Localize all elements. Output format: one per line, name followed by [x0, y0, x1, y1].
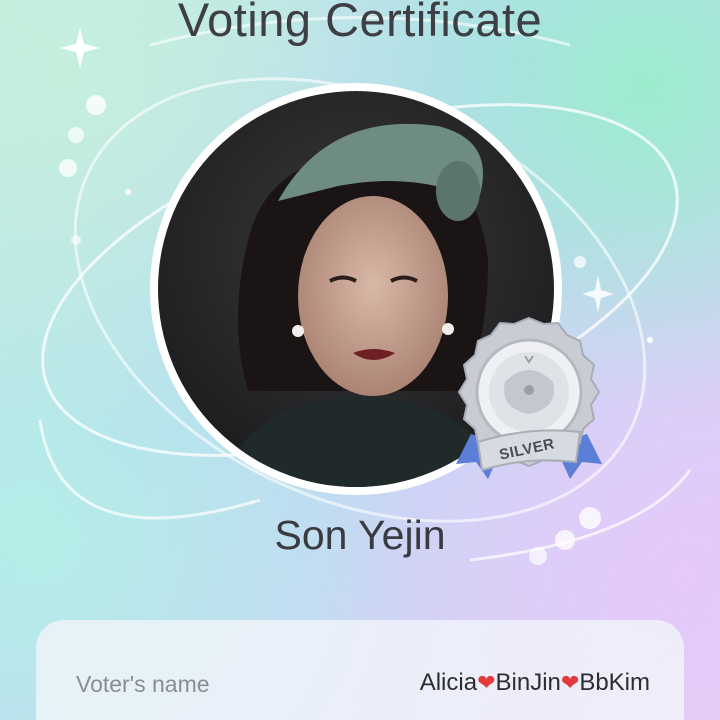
voter-name-part: BinJin: [495, 669, 561, 696]
voter-info-card: Voter's name Alicia❤BinJin❤BbKim: [36, 620, 684, 720]
heart-icon: ❤: [560, 670, 580, 695]
certificate-title: Voting Certificate: [177, 0, 543, 46]
voter-name-label: Voter's name: [76, 671, 210, 697]
sparkle-icon: [582, 275, 614, 313]
heart-icon: ❤: [477, 670, 496, 695]
voter-name-part: BbKim: [579, 669, 650, 696]
silver-medal-icon: SILVER: [446, 314, 612, 494]
crescent-moon-icon: [553, 120, 602, 193]
voter-name-part: Alicia: [419, 669, 478, 696]
voter-name-value: Alicia❤BinJin❤BbKim: [420, 669, 650, 697]
candidate-name: Son Yejin: [274, 512, 446, 558]
